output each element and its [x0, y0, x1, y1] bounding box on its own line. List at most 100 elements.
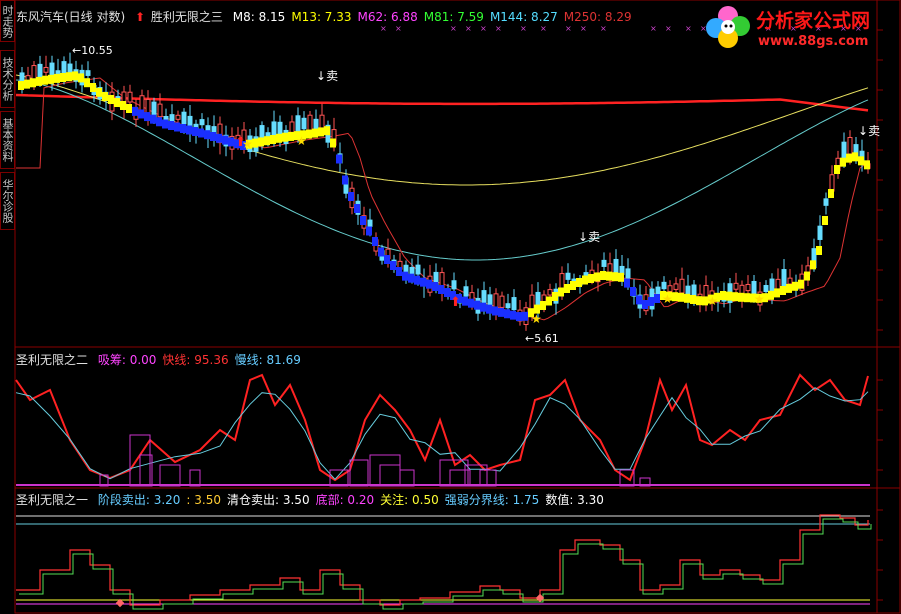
trend-band [678, 292, 684, 302]
trend-band [744, 293, 750, 303]
star-icon: ★ [754, 292, 765, 306]
ma-legend-item: M250: 8.29 [563, 10, 632, 24]
trend-band [330, 138, 336, 148]
trend-band [696, 296, 702, 306]
trend-band [636, 295, 642, 305]
candle-body [601, 259, 607, 267]
trend-band [774, 288, 780, 298]
trend-band [552, 292, 558, 301]
trend-band [522, 311, 528, 321]
trend-band [126, 104, 132, 113]
candle-body [415, 264, 421, 275]
signal-mark: × [480, 24, 487, 33]
trend-band [384, 255, 390, 264]
candle-body [673, 283, 679, 290]
candle-body [733, 282, 739, 290]
trend-band [594, 272, 600, 282]
accumulation-bar [159, 464, 181, 487]
trend-band [576, 278, 582, 287]
trend-band [138, 109, 144, 119]
trend-band [18, 81, 24, 90]
trend-band [132, 106, 138, 116]
ma-legend-item: M144: 8.27 [489, 10, 558, 24]
legend-item: 慢线: 81.69 [234, 353, 301, 367]
trend-band [378, 247, 384, 257]
sell-signal-2: ↓卖 [578, 230, 601, 244]
trend-band [822, 216, 828, 225]
trend-band [414, 275, 420, 285]
trend-band [570, 281, 576, 290]
trend-band [474, 300, 480, 310]
sell-label: 卖 [326, 69, 339, 83]
accumulation-bar [189, 469, 201, 487]
ma-legend-item: M81: 7.59 [423, 10, 484, 24]
trend-band [270, 135, 276, 144]
legend-item: 阶段卖出: 3.20 [97, 493, 181, 507]
panel2-title: 圣利无限之二 [16, 353, 89, 367]
trend-band [102, 92, 108, 101]
trend-band [342, 175, 348, 185]
panel3-values: 阶段卖出: 3.20: 3.50 清仓卖出: 3.50 底部: 0.20 关注: 0.… [98, 493, 610, 507]
trend-band [174, 122, 180, 132]
trend-band [468, 298, 474, 308]
trend-band [438, 285, 444, 294]
candle-body [679, 278, 685, 294]
ma-legend-item: M13: 7.33 [291, 10, 352, 24]
trend-band [282, 132, 288, 142]
candle-body [295, 115, 301, 133]
trend-band [402, 271, 408, 281]
trend-band [504, 309, 510, 319]
trend-band [426, 279, 432, 289]
candle-body [199, 119, 205, 126]
trend-band [540, 301, 546, 310]
candle-body [175, 114, 181, 120]
accumulation-bar [449, 469, 471, 487]
star-icon: ★ [531, 312, 542, 326]
trend-band [690, 295, 696, 304]
trend-band [798, 279, 804, 289]
candle-body [451, 280, 457, 290]
candle-body [763, 285, 769, 292]
chart-canvas[interactable]: × × × × × × × × × × × × × × × × × × × ×★ ★★★ ★ ★⬆⬆ [0, 0, 901, 614]
low-price-value: 5.61 [534, 332, 559, 345]
trend-band [204, 130, 210, 140]
candle-body [313, 118, 319, 130]
trend-band [210, 132, 216, 141]
trend-band [390, 261, 396, 270]
trend-band [852, 152, 858, 162]
trend-band [264, 136, 270, 146]
candle-body [613, 258, 619, 275]
high-price-label: ←10.55 [72, 44, 113, 57]
trend-band [180, 124, 186, 133]
candle-body [307, 114, 313, 132]
candle-body [37, 63, 43, 80]
trend-band [258, 137, 264, 147]
trend-band [198, 128, 204, 138]
trend-band [36, 76, 42, 86]
trend-band [96, 87, 102, 97]
candle-body [463, 286, 469, 297]
trend-band [192, 127, 198, 136]
slow-line [15, 387, 869, 481]
trend-band [624, 278, 630, 288]
legend-item: 清仓卖出: 3.50 [227, 493, 310, 507]
high-price-value: 10.55 [81, 44, 113, 57]
signal-mark: × [380, 24, 387, 33]
trend-band [606, 271, 612, 281]
signal-mark: × [685, 24, 692, 33]
candle-body [787, 277, 793, 285]
signal-mark: × [495, 24, 502, 33]
candle-body [289, 121, 295, 133]
trend-band [858, 156, 864, 166]
trend-band [312, 128, 318, 138]
legend-item: : 3.50 [186, 493, 221, 507]
trend-band [216, 133, 222, 143]
trend-band [30, 78, 36, 88]
accumulation-bar [479, 469, 497, 487]
indicator-name: 胜利无限之三 [150, 10, 223, 24]
trend-band [54, 73, 60, 83]
trend-band [336, 154, 342, 164]
candle-body [511, 297, 517, 311]
star-icon: ★ [662, 292, 673, 306]
trend-band [498, 307, 504, 317]
